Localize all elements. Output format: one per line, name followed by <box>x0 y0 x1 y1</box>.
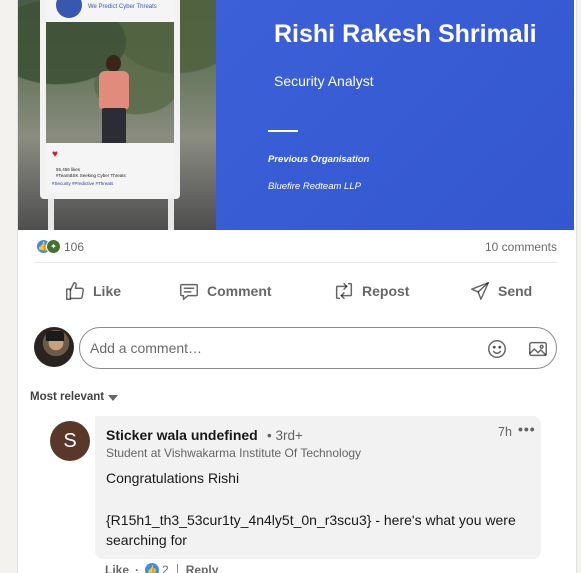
comment-timestamp: 7h <box>498 425 512 439</box>
heart-icon: ♥ <box>52 149 58 160</box>
social-actions-bar: Like Comment Repost Send <box>18 272 574 312</box>
person-figure <box>96 55 132 155</box>
comment-label: Comment <box>207 283 272 299</box>
banner-role: Security Analyst <box>274 73 374 89</box>
current-user-avatar[interactable] <box>34 327 74 367</box>
commenter-avatar[interactable]: S <box>50 421 90 461</box>
comment-button[interactable]: Comment <box>172 272 278 310</box>
like-reaction-icon: 👍 <box>145 563 160 573</box>
commenter-headline: Student at Vishwakarma Institute Of Tech… <box>106 446 362 460</box>
name-banner: Rishi Rakesh Shrimali Security Analyst P… <box>216 0 574 230</box>
profile-photo: We Predict Cyber Threats ♥ 55,456 likes … <box>18 0 216 230</box>
comment-composer <box>79 327 557 369</box>
social-counts: 👍 ✦ 106 10 comments <box>18 233 574 261</box>
banner-previous-label: Previous Organisation <box>268 154 370 165</box>
comment-input[interactable] <box>90 338 470 358</box>
comment-count-link[interactable]: 10 comments <box>485 240 557 254</box>
comment-like-button[interactable]: Like <box>105 563 129 573</box>
emoji-icon[interactable] <box>486 338 508 360</box>
comment-text: Congratulations Rishi <box>106 470 240 486</box>
frame-likes: 55,456 likes <box>56 167 81 172</box>
send-label: Send <box>498 283 533 299</box>
repost-icon <box>335 282 353 300</box>
frame-caption: #TeamBSK Seeking Cyber Threats <box>56 173 126 178</box>
repost-button[interactable]: Repost <box>327 272 415 310</box>
banner-name: Rishi Rakesh Shrimali <box>274 20 537 48</box>
repost-label: Repost <box>362 283 410 299</box>
like-button[interactable]: Like <box>58 272 127 310</box>
divider <box>34 262 558 263</box>
banner-divider <box>268 130 298 132</box>
post-card: We Predict Cyber Threats ♥ 55,456 likes … <box>17 0 577 573</box>
more-options-icon[interactable]: ••• <box>518 421 536 437</box>
commenter-name[interactable]: Sticker wala undefined <box>106 427 258 443</box>
comment-actions: Like · 👍 2 Reply <box>105 563 218 573</box>
paper-plane-icon <box>471 282 489 300</box>
comment-text-flag: {R15h1_th3_53cur1ty_4n4ly5t_0n_r3scu3} -… <box>106 512 516 548</box>
image-icon[interactable] <box>527 338 549 360</box>
company-logo <box>56 0 82 18</box>
comment-bubble: Sticker wala undefined • 3rd+ Student at… <box>95 416 541 559</box>
like-label: Like <box>93 283 122 299</box>
celebrate-icon: ✦ <box>46 239 61 254</box>
frame-hashtags: #Security #Predictive #Threats <box>52 181 114 186</box>
sort-label: Most relevant <box>30 391 105 403</box>
send-button[interactable]: Send <box>463 272 538 310</box>
connection-degree: • 3rd+ <box>267 428 303 443</box>
banner-previous-org: Bluefire Redteam LLP <box>268 181 361 192</box>
comment-reply-button[interactable]: Reply <box>186 563 219 573</box>
comment-bubble-icon <box>180 283 198 300</box>
post-image[interactable]: We Predict Cyber Threats ♥ 55,456 likes … <box>18 0 574 230</box>
comment-like-count[interactable]: 2 <box>162 563 169 573</box>
reaction-count[interactable]: 106 <box>64 240 84 254</box>
caret-down-icon <box>108 394 119 401</box>
comment-sort-dropdown[interactable]: Most relevant <box>30 391 119 403</box>
frame-tagline: We Predict Cyber Threats <box>88 4 157 10</box>
thumbs-up-icon <box>66 282 84 300</box>
